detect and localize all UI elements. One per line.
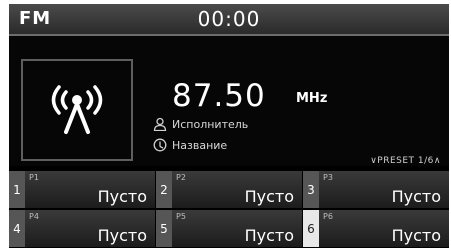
preset-button-5[interactable]: 5 P5 Пусто	[156, 210, 302, 247]
preset-number: 4	[9, 210, 25, 247]
preset-label: P4	[29, 212, 39, 221]
preset-label: P1	[29, 173, 39, 182]
preset-name: Пусто	[391, 187, 441, 206]
frequency-value: 87.50	[172, 78, 266, 114]
preset-button-4[interactable]: 4 P4 Пусто	[9, 210, 155, 247]
clock: 00:00	[197, 7, 261, 31]
preset-label: P6	[323, 212, 333, 221]
preset-button-1[interactable]: 1 P1 Пусто	[9, 171, 155, 208]
preset-name: Пусто	[97, 226, 147, 245]
title-row: Название	[153, 138, 227, 152]
preset-button-6[interactable]: 6 P6 Пусто	[303, 210, 449, 247]
preset-number: 3	[303, 171, 319, 208]
station-art	[21, 59, 133, 161]
person-icon	[153, 117, 167, 131]
preset-button-3[interactable]: 3 P3 Пусто	[303, 171, 449, 208]
preset-name: Пусто	[97, 187, 147, 206]
artist-row: Исполнитель	[153, 117, 248, 131]
preset-number: 6	[303, 210, 319, 247]
now-playing-panel: 87.50 MHz Исполнитель Название ∨PRESET 1…	[9, 36, 449, 166]
preset-name: Пусто	[391, 226, 441, 245]
preset-label: P5	[176, 212, 186, 221]
status-bar: FM 00:00	[9, 4, 449, 36]
preset-label: P3	[323, 173, 333, 182]
preset-name: Пусто	[244, 226, 294, 245]
radio-tower-icon	[51, 85, 103, 134]
radio-screen: FM 00:00 87.50 MHz Исполнитель Название …	[9, 4, 449, 248]
song-title-icon	[153, 138, 167, 152]
preset-label: P2	[176, 173, 186, 182]
title-text: Название	[172, 138, 228, 152]
preset-name: Пусто	[244, 187, 294, 206]
artist-text: Исполнитель	[172, 117, 249, 131]
preset-grid: 1 P1 Пусто 2 P2 Пусто 3 P3 Пусто 4 P4 Пу…	[9, 171, 449, 248]
preset-number: 2	[156, 171, 172, 208]
preset-number: 1	[9, 171, 25, 208]
preset-page-indicator[interactable]: ∨PRESET 1/6∧	[370, 156, 441, 166]
preset-number: 5	[156, 210, 172, 247]
frequency-unit: MHz	[296, 91, 328, 106]
preset-button-2[interactable]: 2 P2 Пусто	[156, 171, 302, 208]
